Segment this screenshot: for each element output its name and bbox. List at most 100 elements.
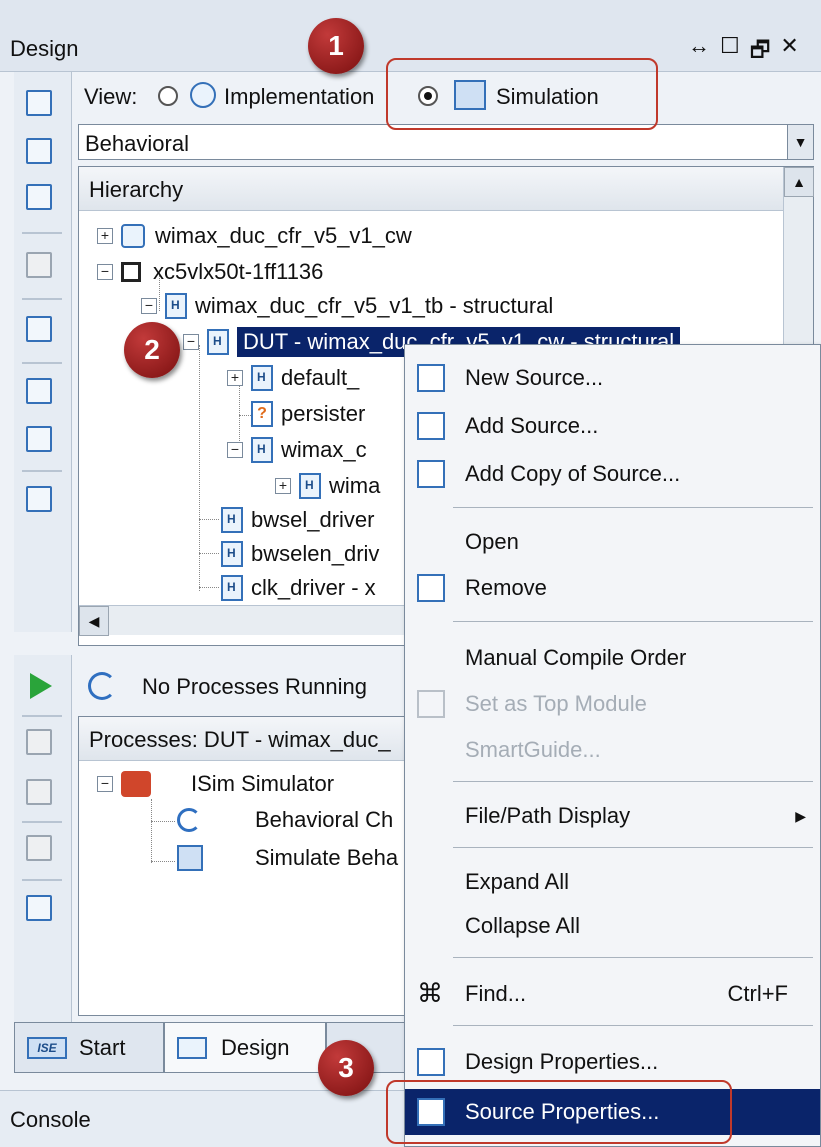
- submenu-arrow-icon: ▶: [795, 807, 806, 824]
- design-properties-icon[interactable]: [26, 378, 52, 404]
- menu-item-label: File/Path Display: [465, 803, 631, 828]
- rerun-all-icon[interactable]: [26, 779, 52, 805]
- tree-node[interactable]: − wimax_c: [227, 433, 367, 467]
- tree-node-label: xc5vlx50t-1ff1136: [153, 259, 324, 284]
- tab-start-label: Start: [79, 1034, 126, 1060]
- processes-header-label: Processes: DUT - wimax_duc_: [89, 727, 391, 752]
- scroll-left-icon[interactable]: ◀: [79, 606, 109, 636]
- chevron-down-icon[interactable]: ▼: [787, 125, 813, 159]
- vhdl-file-icon: [165, 293, 187, 319]
- menu-item-design-properties[interactable]: Design Properties...: [405, 1039, 820, 1085]
- view-pane-icon[interactable]: [26, 486, 52, 512]
- menu-item-find[interactable]: ⌘ Find... Ctrl+F: [405, 971, 820, 1017]
- menu-item-file-path-display[interactable]: File/Path Display ▶: [405, 793, 820, 839]
- view-label: View:: [84, 84, 138, 109]
- remove-icon[interactable]: [26, 316, 52, 342]
- process-status-label: No Processes Running: [142, 674, 368, 699]
- tree-node-label: wimax_duc_cfr_v5_v1_tb - structural: [195, 293, 554, 318]
- panel-title: Design: [10, 36, 79, 61]
- callout-badge: 3: [318, 1040, 374, 1096]
- add-source-icon: [417, 412, 445, 440]
- design-toolbar: [14, 72, 72, 632]
- expand-icon[interactable]: +: [227, 370, 243, 386]
- callout-badge: 2: [124, 322, 180, 378]
- tree-node-label: wima: [329, 473, 381, 498]
- tree-node[interactable]: + wima: [275, 469, 380, 503]
- menu-item-label: Expand All: [465, 869, 569, 894]
- tree-node[interactable]: clk_driver - x: [221, 571, 376, 605]
- menu-item-manual-compile-order[interactable]: Manual Compile Order: [405, 635, 820, 681]
- tree-node[interactable]: + wimax_duc_cfr_v5_v1_cw: [97, 219, 412, 253]
- tree-node[interactable]: − wimax_duc_cfr_v5_v1_tb - structural: [141, 289, 553, 323]
- tab-start[interactable]: ISE Start: [14, 1023, 164, 1073]
- processes-header: Processes: DUT - wimax_duc_: [79, 717, 409, 761]
- tree-node-label: bwselen_driv: [251, 541, 380, 566]
- tree-node[interactable]: + default_: [227, 361, 359, 395]
- close-icon[interactable]: ✕: [780, 33, 798, 71]
- float-icon[interactable]: ↔: [688, 33, 710, 71]
- collapse-icon[interactable]: −: [183, 334, 199, 350]
- process-item[interactable]: Behavioral Ch: [177, 803, 393, 837]
- processes-pane: Processes: DUT - wimax_duc_ − ISim Simul…: [78, 716, 409, 1016]
- expand-icon[interactable]: +: [275, 478, 291, 494]
- tree-node[interactable]: bwselen_driv: [221, 537, 379, 571]
- new-source-icon[interactable]: [26, 90, 52, 116]
- implementation-label[interactable]: Implementation: [224, 84, 374, 110]
- tree-node[interactable]: bwsel_driver: [221, 503, 375, 537]
- add-source-icon[interactable]: [26, 138, 52, 164]
- scroll-up-icon[interactable]: ▲: [784, 167, 814, 197]
- stop-icon[interactable]: [26, 835, 52, 861]
- rerun-icon[interactable]: [26, 729, 52, 755]
- menu-item-add-copy-of-source[interactable]: Add Copy of Source...: [405, 451, 820, 497]
- window-controls: ↔ ☐ 🗗 ✕: [688, 33, 799, 71]
- collapse-icon[interactable]: −: [97, 776, 113, 792]
- process-toolbar: [14, 655, 72, 1025]
- highlight-box-source-properties: [386, 1080, 732, 1144]
- collapse-icon[interactable]: −: [97, 264, 113, 280]
- add-copy-icon: [417, 460, 445, 488]
- source-properties-icon[interactable]: [26, 426, 52, 452]
- tree-node-label: wimax_duc_cfr_v5_v1_cw: [155, 223, 412, 248]
- add-copy-icon[interactable]: [26, 184, 52, 210]
- isim-tool-icon: [121, 771, 151, 797]
- refresh-icon: [88, 672, 116, 700]
- simulate-icon: [177, 845, 203, 871]
- top-module-icon[interactable]: [26, 252, 52, 278]
- maximize-icon[interactable]: ☐: [720, 33, 740, 71]
- tree-node-label: clk_driver - x: [251, 575, 376, 600]
- console-label: Console: [10, 1107, 91, 1132]
- expand-icon[interactable]: +: [97, 228, 113, 244]
- menu-item-expand-all[interactable]: Expand All: [405, 859, 820, 905]
- tab-design[interactable]: Design: [164, 1023, 326, 1073]
- tree-node[interactable]: ? persister: [251, 397, 365, 431]
- collapse-icon[interactable]: −: [141, 298, 157, 314]
- process-label: ISim Simulator: [191, 771, 335, 796]
- process-item[interactable]: − ISim Simulator: [97, 767, 334, 801]
- top-module-icon: [417, 690, 445, 718]
- run-icon[interactable]: [30, 673, 52, 699]
- vhdl-file-icon: [207, 329, 229, 355]
- menu-item-label: SmartGuide...: [465, 737, 601, 762]
- menu-item-add-source[interactable]: Add Source...: [405, 403, 820, 449]
- collapse-icon[interactable]: −: [227, 442, 243, 458]
- menu-item-new-source[interactable]: New Source...: [405, 355, 820, 401]
- view-pane-icon[interactable]: [26, 895, 52, 921]
- vhdl-file-icon: [221, 575, 243, 601]
- implementation-radio[interactable]: [158, 86, 178, 106]
- context-menu: New Source... Add Source... Add Copy of …: [404, 344, 821, 1147]
- process-item[interactable]: Simulate Beha: [177, 841, 398, 875]
- tree-node[interactable]: − xc5vlx50t-1ff1136: [97, 255, 323, 289]
- vhdl-file-icon: [299, 473, 321, 499]
- menu-item-label: Collapse All: [465, 913, 580, 938]
- menu-item-remove[interactable]: Remove: [405, 565, 820, 611]
- tree-node-label: persister: [281, 401, 366, 426]
- menu-item-label: Manual Compile Order: [465, 645, 687, 670]
- binoculars-icon: ⌘: [417, 978, 443, 1008]
- menu-item-smartguide[interactable]: SmartGuide...: [405, 727, 820, 773]
- menu-item-set-as-top-module[interactable]: Set as Top Module: [405, 681, 820, 727]
- restore-icon[interactable]: 🗗: [750, 33, 771, 71]
- menu-item-open[interactable]: Open: [405, 519, 820, 565]
- menu-item-label: Find...: [465, 981, 527, 1006]
- menu-item-collapse-all[interactable]: Collapse All: [405, 903, 820, 949]
- menu-item-label: Set as Top Module: [465, 691, 647, 716]
